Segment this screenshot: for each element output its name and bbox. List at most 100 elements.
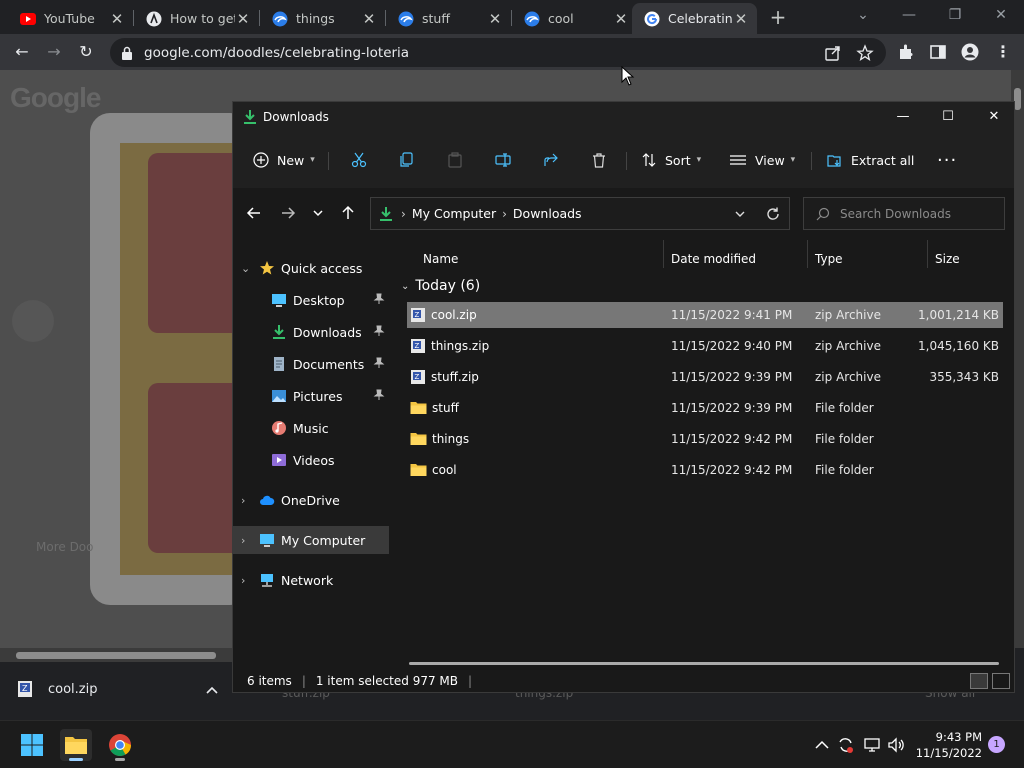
chevron-right-icon[interactable]: ›: [241, 534, 251, 547]
profile-avatar-icon[interactable]: [961, 43, 979, 61]
page-horizontal-scrollbar[interactable]: [0, 648, 233, 662]
file-row[interactable]: Zstuff.zip 11/15/2022 9:39 PM zip Archive 3…: [407, 364, 1003, 390]
search-box[interactable]: [803, 197, 1005, 230]
tab-celebrating[interactable]: Celebrating ✕: [632, 3, 757, 34]
details-view-button[interactable]: [970, 673, 988, 689]
share-icon[interactable]: [824, 44, 842, 62]
column-header-name[interactable]: Name: [415, 246, 665, 272]
back-button[interactable]: ←: [10, 40, 34, 64]
taskbar-chrome[interactable]: [104, 729, 136, 761]
address-path-box[interactable]: › My Computer › Downloads: [370, 197, 790, 230]
nav-music[interactable]: Music: [233, 414, 389, 442]
doodle-card[interactable]: [90, 113, 250, 605]
recent-locations-chevron-icon[interactable]: [307, 202, 329, 224]
nav-network[interactable]: › Network: [233, 566, 389, 594]
nav-downloads[interactable]: Downloads: [233, 318, 389, 346]
forward-button[interactable]: →: [42, 40, 66, 64]
close-tab-icon[interactable]: ✕: [361, 10, 377, 28]
nav-quick-access[interactable]: ⌄ Quick access: [233, 254, 389, 282]
scrollbar-thumb[interactable]: [1014, 88, 1021, 110]
nav-my-computer[interactable]: › My Computer: [233, 526, 389, 554]
paste-button[interactable]: [447, 146, 463, 174]
file-row[interactable]: things 11/15/2022 9:42 PM File folder: [407, 426, 1003, 452]
column-header-type[interactable]: Type: [807, 246, 927, 272]
nav-desktop[interactable]: Desktop: [233, 286, 389, 314]
address-bar[interactable]: google.com/doodles/celebrating-loteria: [110, 38, 886, 67]
close-tab-icon[interactable]: ✕: [613, 10, 629, 28]
close-tab-icon[interactable]: ✕: [109, 10, 125, 28]
nav-onedrive[interactable]: › OneDrive: [233, 486, 389, 514]
chevron-right-icon[interactable]: ›: [241, 574, 251, 587]
more-options-icon[interactable]: ···: [937, 146, 957, 174]
close-tab-icon[interactable]: ✕: [487, 10, 503, 28]
content-horizontal-scrollbar[interactable]: [409, 662, 999, 665]
tiles-view-button[interactable]: [992, 673, 1010, 689]
column-header-size[interactable]: Size: [927, 246, 1007, 272]
minimize-button[interactable]: —: [888, 106, 918, 128]
nav-videos[interactable]: Videos: [233, 446, 389, 474]
view-button[interactable]: View ▾: [729, 146, 795, 174]
maximize-button[interactable]: ☐: [933, 106, 963, 128]
column-header-date[interactable]: Date modified: [663, 246, 807, 272]
share-button[interactable]: [543, 146, 559, 174]
file-row[interactable]: stuff 11/15/2022 9:39 PM File folder: [407, 395, 1003, 421]
restore-window-button[interactable]: ❐: [940, 4, 970, 26]
copy-button[interactable]: [399, 146, 415, 174]
refresh-icon[interactable]: [765, 206, 781, 222]
pin-icon[interactable]: [373, 293, 385, 305]
delete-button[interactable]: [591, 146, 607, 174]
rename-button[interactable]: [495, 146, 511, 174]
close-tab-icon[interactable]: ✕: [733, 10, 749, 28]
pin-icon[interactable]: [373, 389, 385, 401]
tab-stuff[interactable]: stuff ✕: [386, 3, 511, 34]
chevron-up-icon[interactable]: [812, 735, 832, 755]
nav-pictures[interactable]: Pictures: [233, 382, 389, 410]
system-clock[interactable]: 9:43 PM 11/15/2022: [910, 729, 982, 761]
tab-youtube[interactable]: YouTube ✕: [8, 3, 133, 34]
bookmark-star-icon[interactable]: [856, 44, 874, 62]
start-button[interactable]: [16, 729, 48, 761]
tab-search-icon[interactable]: ⌄: [848, 4, 878, 26]
breadcrumb-my-computer[interactable]: My Computer: [412, 206, 496, 221]
chevron-up-icon[interactable]: [204, 682, 220, 698]
tab-how-to-get[interactable]: How to get ✕: [134, 3, 259, 34]
pin-icon[interactable]: [373, 325, 385, 337]
file-row[interactable]: cool 11/15/2022 9:42 PM File folder: [407, 457, 1003, 483]
side-panel-icon[interactable]: [929, 43, 947, 61]
sync-icon[interactable]: [836, 735, 856, 755]
notification-badge[interactable]: 1: [988, 736, 1005, 753]
explorer-title-bar[interactable]: Downloads — ☐ ✕: [233, 102, 1014, 132]
chrome-menu-icon[interactable]: ⋮: [991, 40, 1015, 64]
file-row[interactable]: Zcool.zip 11/15/2022 9:41 PM zip Archive 1,…: [407, 302, 1003, 328]
pin-icon[interactable]: [373, 357, 385, 369]
new-button[interactable]: New ▾: [253, 146, 315, 174]
breadcrumb-downloads[interactable]: Downloads: [513, 206, 582, 221]
file-row[interactable]: Zthings.zip 11/15/2022 9:40 PM zip Archive…: [407, 333, 1003, 359]
up-arrow-icon[interactable]: [337, 202, 359, 224]
group-header-today[interactable]: ⌄ Today (6): [401, 278, 480, 294]
chevron-right-icon[interactable]: ›: [241, 494, 251, 507]
chevron-down-icon[interactable]: [733, 207, 747, 221]
back-arrow-icon[interactable]: [243, 202, 265, 224]
download-item-cool-zip[interactable]: Z cool.zip: [16, 680, 98, 698]
close-button[interactable]: ✕: [979, 106, 1009, 128]
extensions-icon[interactable]: [897, 43, 915, 61]
nav-documents[interactable]: Documents: [233, 350, 389, 378]
extract-all-button[interactable]: Extract all: [827, 146, 914, 174]
network-monitor-icon[interactable]: [862, 735, 882, 755]
close-tab-icon[interactable]: ✕: [235, 10, 251, 28]
tab-things[interactable]: things ✕: [260, 3, 385, 34]
forward-arrow-icon[interactable]: [277, 202, 299, 224]
tab-cool[interactable]: cool ✕: [512, 3, 637, 34]
chevron-down-icon[interactable]: ⌄: [241, 262, 251, 275]
more-doodles-link[interactable]: More Doo: [36, 540, 94, 554]
scrollbar-thumb[interactable]: [16, 652, 216, 659]
sort-button[interactable]: Sort ▾: [641, 146, 701, 174]
chevron-down-icon[interactable]: ⌄: [401, 281, 409, 292]
search-input[interactable]: [840, 206, 990, 221]
cut-button[interactable]: [351, 146, 367, 174]
close-window-button[interactable]: ✕: [986, 4, 1016, 26]
taskbar-file-explorer[interactable]: [60, 729, 92, 761]
new-tab-button[interactable]: +: [768, 6, 788, 28]
minimize-window-button[interactable]: —: [894, 4, 924, 26]
